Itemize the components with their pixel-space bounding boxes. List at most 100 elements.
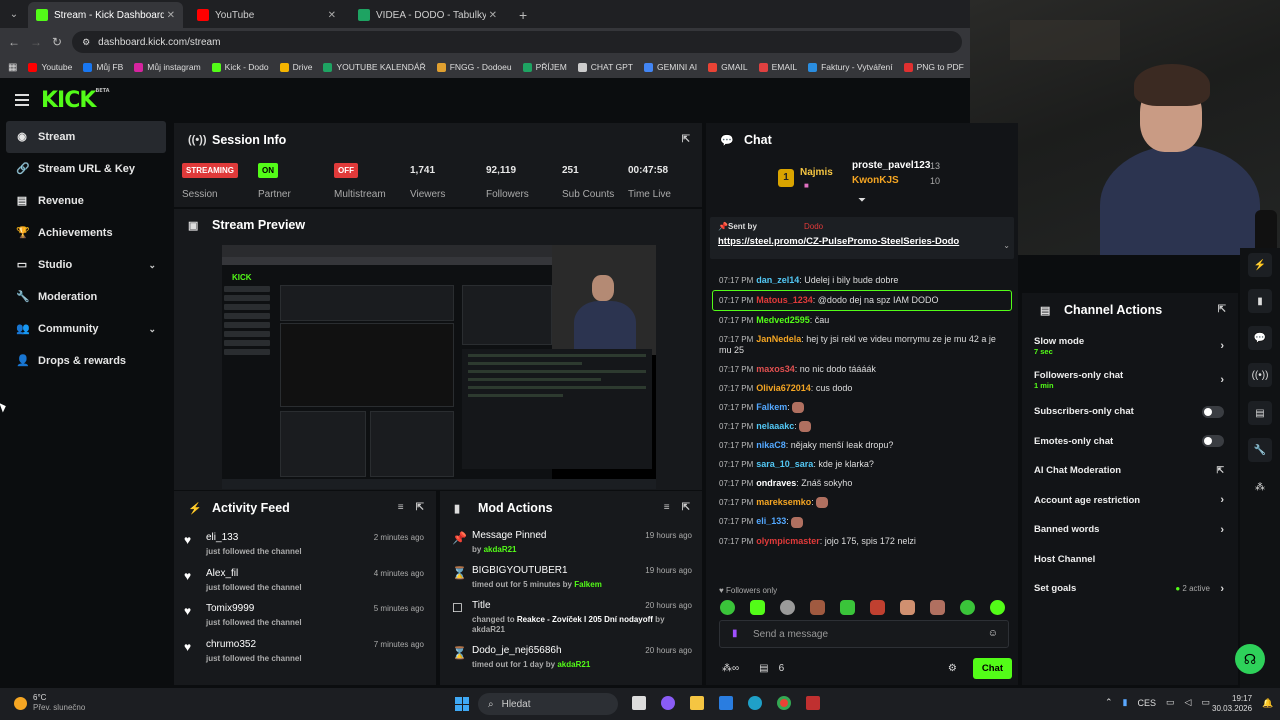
support-icon[interactable]: ☊ [1235, 644, 1265, 674]
mod-action-target[interactable]: akdaR21 [484, 545, 517, 554]
sidebar-item-achievements[interactable]: 🏆 Achievements [0, 217, 172, 249]
network-icon[interactable]: ▭ [1166, 697, 1175, 708]
channel-action-account-age-restriction[interactable]: Account age restriction › [1022, 486, 1238, 516]
weather-widget[interactable]: 6°C Přev. slunečno [14, 693, 85, 713]
new-tab-button[interactable]: + [511, 2, 535, 28]
chat-username[interactable]: nikaC8 [756, 440, 786, 450]
chat-username[interactable]: JanNedela [756, 334, 801, 344]
chat-input[interactable]: ▮ Send a message ☺ [719, 620, 1009, 648]
emote[interactable] [750, 600, 765, 615]
menu-icon[interactable] [15, 94, 29, 106]
chat-message[interactable]: 07:17 PM olympicmaster: jojo 175, spis 17… [706, 532, 1018, 551]
tab-search-icon[interactable]: ⌄ [0, 0, 28, 28]
gift-icon[interactable]: ▤ [759, 663, 768, 674]
channel-action-set-goals[interactable]: Set goals ● 2 active › [1022, 574, 1238, 604]
popout-icon[interactable]: ⇱ [416, 502, 424, 513]
bookmark-item[interactable]: PŘÍJEM [522, 62, 567, 72]
copilot-icon[interactable] [661, 696, 675, 710]
emote[interactable] [930, 600, 945, 615]
document-icon[interactable]: ▮ [1248, 289, 1272, 313]
users-icon[interactable]: ⁂ [1248, 475, 1272, 499]
chat-username[interactable]: nelaaakc [756, 421, 794, 431]
chat-message[interactable]: 07:17 PM mareksemko: [706, 493, 1018, 512]
language-indicator[interactable]: CES [1138, 698, 1157, 708]
emote[interactable] [900, 600, 915, 615]
chat-username[interactable]: Medved2595 [756, 315, 810, 325]
explorer-icon[interactable] [690, 696, 704, 710]
chat-message[interactable]: 07:17 PM maxos34: no nic dodo táááák [706, 360, 1018, 379]
follower-name[interactable]: eli_133 [206, 532, 238, 543]
channel-action-slow-mode[interactable]: Slow mode 7 sec › [1022, 329, 1238, 363]
sidebar-item-studio[interactable]: ▭ Studio ⌄ [0, 249, 172, 281]
task-view-icon[interactable] [632, 696, 646, 710]
chevron-right-icon[interactable]: › [1220, 494, 1224, 506]
filter-icon[interactable]: ≡ [398, 502, 404, 513]
mod-action-target[interactable]: akdaR21 [557, 660, 590, 669]
bookmark-item[interactable]: Drive [279, 62, 312, 72]
bookmark-item[interactable]: EMAIL [758, 62, 797, 72]
settings-gear-icon[interactable]: ⚙ [948, 663, 957, 674]
emoji-icon[interactable]: ☺ [988, 628, 998, 639]
mod-action-item[interactable]: 📌 Message Pinned by akdaR21 19 hours ago [440, 527, 702, 562]
follower-name[interactable]: Alex_fil [206, 568, 238, 579]
browser-tab[interactable]: VIDEA - DODO - Tabulky Googl✕ [350, 2, 505, 28]
browser-tab[interactable]: Stream - Kick Dashboard ✕ [28, 2, 183, 28]
bookmark-item[interactable]: Youtube [28, 62, 72, 72]
third-gifter-name[interactable]: KwonKJS [852, 175, 899, 186]
stream-preview-video[interactable]: KICK [222, 245, 656, 489]
pinned-link[interactable]: https://steel.promo/CZ-PulsePromo-SteelS… [718, 236, 959, 247]
activity-item[interactable]: ♥ chrumo352 just followed the channel 7 min… [174, 634, 436, 670]
chat-message[interactable]: 07:17 PM ondraves: Znáš sokyho [706, 474, 1018, 493]
bookmark-item[interactable]: Můj instagram [134, 62, 201, 72]
chevron-right-icon[interactable]: › [1220, 374, 1224, 386]
chat-username[interactable]: ondraves [756, 478, 796, 488]
activity-item[interactable]: ♥ eli_133 just followed the channel 2 minut… [174, 527, 436, 563]
chat-message[interactable]: 07:17 PM dan_zel14: Udelej i bily bude do… [706, 271, 1018, 290]
channel-action-ai-chat-moderation[interactable]: AI Chat Moderation ⇱ [1022, 456, 1238, 486]
chat-username[interactable]: Falkem [756, 402, 787, 412]
chat-username[interactable]: mareksemko [756, 497, 811, 507]
bookmark-item[interactable]: GMAIL [708, 62, 748, 72]
chat-message[interactable]: 07:17 PM Olivia672014: cus dodo [706, 379, 1018, 398]
layout-icon[interactable]: ▤ [1248, 401, 1272, 425]
chat-username[interactable]: eli_133 [756, 516, 786, 526]
bookmark-item[interactable]: Faktury - Vytváření [808, 62, 893, 72]
bookmark-item[interactable]: PNG to PDF [903, 62, 964, 72]
chat-message[interactable]: 07:17 PM sara_10_sara: kde je klarka? [706, 455, 1018, 474]
follower-name[interactable]: Tomix9999 [206, 603, 254, 614]
sidebar-item-drops-rewards[interactable]: 👤 Drops & rewards [0, 345, 172, 377]
bolt-icon[interactable]: ⚡ [1248, 253, 1272, 277]
chat-message[interactable]: 07:17 PM eli_133: [706, 512, 1018, 531]
bookmark-item[interactable]: YOUTUBE KALENDÁŘ [323, 62, 426, 72]
tab-close-icon[interactable]: ✕ [489, 10, 497, 21]
outlook-icon[interactable] [719, 696, 733, 710]
activity-item[interactable]: ♥ Alex_fil just followed the channel 4 minu… [174, 563, 436, 599]
emote[interactable] [810, 600, 825, 615]
browser-tab[interactable]: YouTube ✕ [189, 2, 344, 28]
top-gifter-name[interactable]: Najmis [800, 167, 833, 178]
chat-message[interactable]: 07:17 PM Matous_1234: @dodo dej na spz IA… [712, 290, 1012, 311]
chat-message[interactable]: 07:17 PM nikaC8: nějaky menší leak dropu? [706, 436, 1018, 455]
chat-username[interactable]: dan_zel14 [756, 275, 799, 285]
wrench-icon[interactable]: 🔧 [1248, 438, 1272, 462]
volume-icon[interactable]: ◁ [1185, 697, 1192, 708]
chat-message[interactable]: 07:17 PM nelaaakc: [706, 417, 1018, 436]
toggle-switch[interactable] [1202, 405, 1224, 418]
clock[interactable]: 19:17 30.03.2026 [1212, 694, 1252, 714]
popout-icon[interactable]: ⇱ [1218, 304, 1226, 315]
follower-name[interactable]: chrumo352 [206, 639, 256, 650]
sidebar-item-revenue[interactable]: ▤ Revenue [0, 185, 172, 217]
reload-icon[interactable]: ↻ [52, 35, 62, 49]
notification-icon[interactable]: 🔔 [1262, 698, 1273, 709]
chat-message[interactable]: 07:17 PM Falkem: [706, 398, 1018, 417]
chevron-down-icon[interactable]: ⌄ [148, 260, 156, 271]
chevron-right-icon[interactable]: › [1220, 340, 1224, 352]
bookmark-item[interactable]: Kick - Dodo [211, 62, 269, 72]
sidebar-item-stream-url-key[interactable]: 🔗 Stream URL & Key [0, 153, 172, 185]
channel-action-emotes-only-chat[interactable]: Emotes-only chat [1022, 427, 1238, 457]
filter-icon[interactable]: ≡ [664, 502, 670, 513]
emote[interactable] [960, 600, 975, 615]
chat-icon[interactable]: 💬 [1248, 326, 1272, 350]
chevron-down-icon[interactable]: ⌄ [148, 324, 156, 335]
chat-username[interactable]: Matous_1234 [756, 295, 813, 305]
